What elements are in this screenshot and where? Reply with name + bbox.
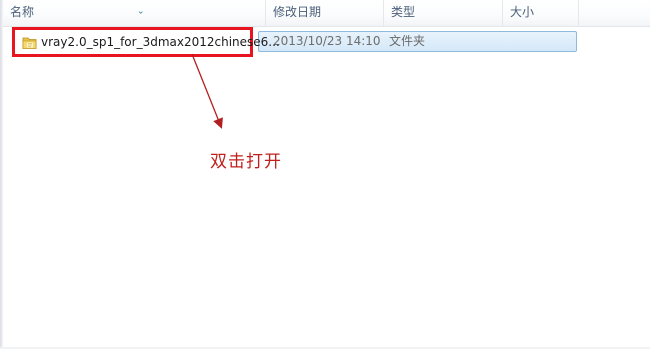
file-row-selection[interactable]: 2013/10/23 14:10 文件夹: [258, 31, 577, 52]
sort-arrow-icon: ⌃: [137, 4, 145, 14]
window-edge: [0, 0, 3, 349]
column-header-type[interactable]: 类型: [384, 0, 503, 26]
file-explorer-window: 名称 ⌃ 修改日期 类型 大小 2013/10/23 14:10 文件夹 vra…: [0, 0, 650, 349]
column-header-name[interactable]: 名称 ⌃: [3, 0, 266, 26]
column-header: 名称 ⌃ 修改日期 类型 大小: [3, 0, 650, 27]
file-row-date: 2013/10/23 14:10: [273, 34, 381, 48]
column-header-date[interactable]: 修改日期: [266, 0, 384, 26]
column-header-date-label: 修改日期: [273, 5, 322, 19]
column-header-size[interactable]: 大小: [503, 0, 579, 26]
folder-icon: [22, 37, 37, 49]
file-row-name: vray2.0_sp1_for_3dmax2012chinese6...: [41, 35, 280, 49]
annotation-arrow-icon: [191, 53, 223, 129]
column-header-size-label: 大小: [510, 5, 535, 19]
annotation-text: 双击打开: [210, 152, 282, 172]
column-header-type-label: 类型: [391, 5, 416, 19]
column-header-name-label: 名称: [10, 5, 35, 19]
file-row-type: 文件夹: [389, 34, 426, 48]
